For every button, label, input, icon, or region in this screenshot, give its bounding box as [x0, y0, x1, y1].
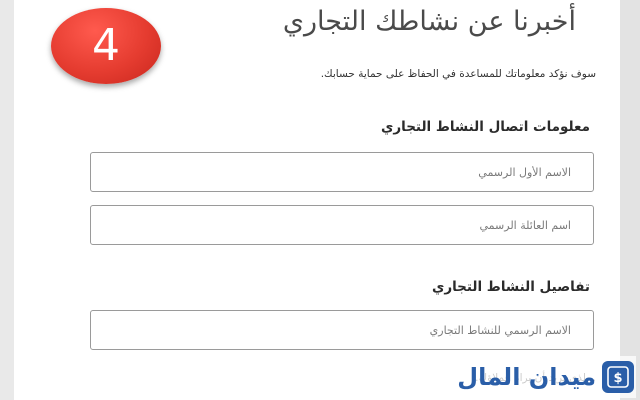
- site-watermark: ميدان المال $: [446, 356, 636, 398]
- business-info-form-page: 4 أخبرنا عن نشاطك التجاري سوف نؤكد معلوم…: [14, 0, 620, 400]
- first-name-field[interactable]: [90, 152, 594, 192]
- right-edge-strip: [620, 0, 640, 400]
- left-edge-strip: [0, 0, 14, 400]
- screenshot-frame: 4 أخبرنا عن نشاطك التجاري سوف نؤكد معلوم…: [0, 0, 640, 400]
- business-name-field[interactable]: [90, 310, 594, 350]
- step-number: 4: [92, 20, 120, 71]
- watermark-text: ميدان المال: [457, 363, 596, 391]
- last-name-input[interactable]: [91, 206, 593, 244]
- page-title: أخبرنا عن نشاطك التجاري: [282, 6, 576, 37]
- last-name-field[interactable]: [90, 205, 594, 245]
- contact-section-heading: معلومات اتصال النشاط التجاري: [380, 119, 590, 135]
- business-name-input[interactable]: [91, 311, 593, 349]
- first-name-input[interactable]: [91, 153, 593, 191]
- details-section-heading: تفاصيل النشاط التجاري: [431, 279, 590, 295]
- page-subtitle: سوف نؤكد معلوماتك للمساعدة في الحفاظ على…: [320, 68, 596, 80]
- svg-text:$: $: [613, 371, 622, 386]
- dollar-logo-icon: $: [602, 361, 634, 393]
